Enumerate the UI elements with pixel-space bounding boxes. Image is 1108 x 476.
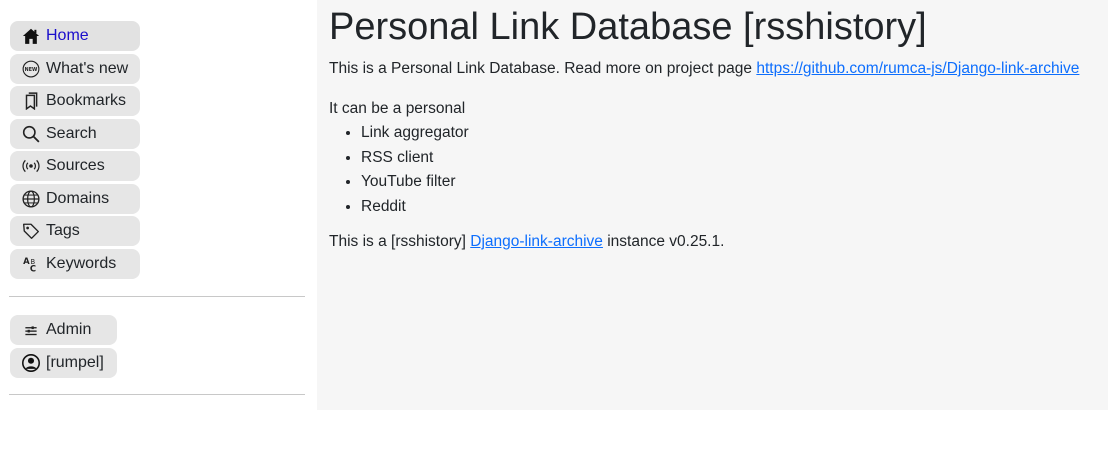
nav-user-button[interactable]: [rumpel] xyxy=(10,347,117,378)
new-badge-icon: NEW xyxy=(21,59,41,79)
nav-sources-label: Sources xyxy=(46,157,105,174)
search-icon xyxy=(21,124,41,144)
keywords-icon: ACB xyxy=(21,254,41,274)
main-content: Personal Link Database [rsshistory] This… xyxy=(317,0,1108,410)
nav-admin-button[interactable]: Admin xyxy=(10,315,117,345)
nav-search-label: Search xyxy=(46,124,97,142)
tag-icon xyxy=(21,221,41,241)
sidebar: Home NEW What's new Bookmarks Search Sou… xyxy=(0,0,317,410)
nav-domains-button[interactable]: Domains xyxy=(10,183,140,214)
django-link-archive-link[interactable]: Django-link-archive xyxy=(470,233,603,250)
instance-version: instance v0.25.1. xyxy=(602,233,725,250)
sidebar-bottom-divider xyxy=(9,394,305,395)
globe-icon xyxy=(21,189,41,209)
bookmarks-icon xyxy=(21,91,41,111)
nav-user-label: [rumpel] xyxy=(46,353,104,371)
nav-tags-button[interactable]: Tags xyxy=(10,216,140,246)
list-item: RSS client xyxy=(361,146,1108,171)
nav-whats-new-button[interactable]: NEW What's new xyxy=(10,53,140,84)
broadcast-icon xyxy=(21,156,41,176)
list-item: Link aggregator xyxy=(361,121,1108,146)
sidebar-divider xyxy=(9,296,305,297)
feature-list: Link aggregator RSS client YouTube filte… xyxy=(329,121,1108,219)
main-nav: Home NEW What's new Bookmarks Search Sou… xyxy=(10,21,140,281)
nav-keywords-button[interactable]: ACB Keywords xyxy=(10,248,140,279)
instance-prefix: This is a [rsshistory] xyxy=(329,233,471,250)
user-nav: Admin [rumpel] xyxy=(10,315,117,380)
nav-sources-button[interactable]: Sources xyxy=(10,151,140,181)
intro-paragraph: This is a Personal Link Database. Read m… xyxy=(329,59,1108,79)
user-circle-icon xyxy=(21,353,41,373)
sliders-icon xyxy=(21,320,41,340)
intro-text: This is a Personal Link Database. Read m… xyxy=(329,60,757,77)
page: Home NEW What's new Bookmarks Search Sou… xyxy=(0,0,1108,476)
svg-text:NEW: NEW xyxy=(25,67,38,73)
nav-domains-label: Domains xyxy=(46,189,110,207)
list-item: Reddit xyxy=(361,195,1108,220)
nav-tags-label: Tags xyxy=(46,222,80,239)
nav-admin-label: Admin xyxy=(46,321,92,338)
nav-bookmarks-button[interactable]: Bookmarks xyxy=(10,86,140,116)
nav-bookmarks-label: Bookmarks xyxy=(46,92,127,109)
nav-whats-new-label: What's new xyxy=(46,59,129,77)
instance-info: This is a [rsshistory] Django-link-archi… xyxy=(329,232,1108,252)
nav-home-label: Home xyxy=(46,27,89,44)
nav-keywords-label: Keywords xyxy=(46,254,117,272)
page-title: Personal Link Database [rsshistory] xyxy=(329,6,927,48)
project-link[interactable]: https://github.com/rumca-js/Django-link-… xyxy=(756,60,1079,77)
nav-search-button[interactable]: Search xyxy=(10,118,140,149)
lead-text: It can be a personal xyxy=(329,100,466,117)
svg-text:B: B xyxy=(30,258,35,266)
home-icon xyxy=(21,26,41,46)
nav-home-button[interactable]: Home xyxy=(10,21,140,51)
list-item: YouTube filter xyxy=(361,170,1108,195)
